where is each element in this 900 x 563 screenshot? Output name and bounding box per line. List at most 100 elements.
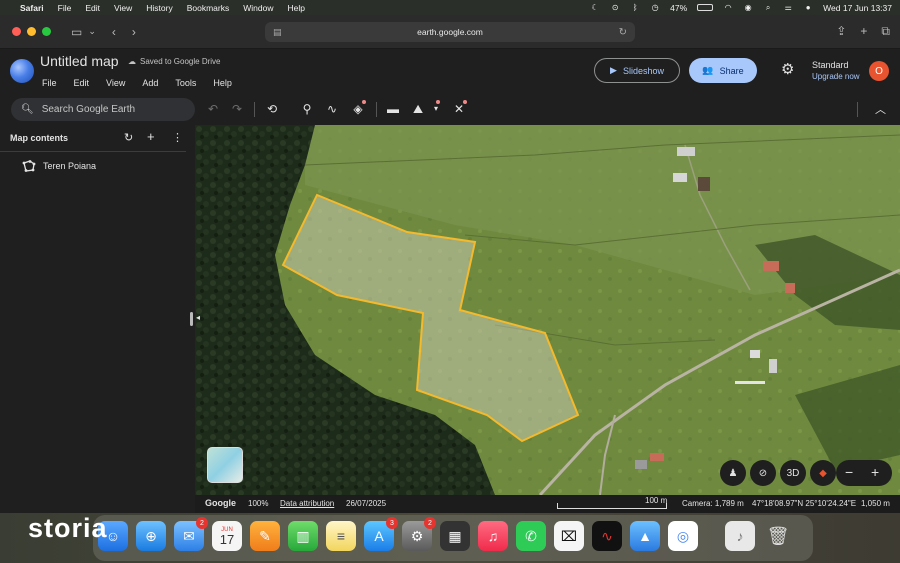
menu-view[interactable]: View (106, 78, 125, 88)
panel-resize-handle[interactable] (190, 312, 193, 326)
mail-badge: 2 (196, 517, 208, 529)
map-title[interactable]: Untitled map (40, 53, 119, 69)
map-viewport[interactable]: ♟ ⊘ 3D ◆ − + (195, 125, 900, 495)
control-center-icon[interactable]: ⚌ (783, 3, 793, 12)
trash-icon[interactable]: 🗑 (763, 521, 793, 551)
calendar-icon[interactable]: JUN 17 (212, 521, 242, 551)
history-icon[interactable]: ⟲ (264, 101, 280, 117)
undo-icon[interactable]: ↶ (205, 101, 221, 117)
menubar-edit[interactable]: Edit (85, 3, 100, 13)
toolbar-divider (254, 102, 255, 117)
voice-memos-icon[interactable]: ∿ (592, 521, 622, 551)
close-window-button[interactable] (12, 27, 21, 36)
panel-title: Map contents (10, 133, 69, 143)
back-icon[interactable]: ‹ (112, 25, 116, 39)
zoom-out-button[interactable]: − (845, 464, 853, 480)
view-3d-button[interactable]: 3D (780, 460, 806, 486)
street-view-pegman-icon[interactable]: ♟ (720, 460, 746, 486)
safari-icon[interactable]: ⊕ (136, 521, 166, 551)
chevron-down-icon[interactable]: ⌄ (88, 26, 96, 37)
capcut-icon[interactable]: ⌧ (554, 521, 584, 551)
place-marker-icon[interactable]: ⚲ (299, 101, 315, 117)
redo-icon[interactable]: ↷ (229, 101, 245, 117)
bluetooth-icon[interactable]: ᛒ (630, 3, 640, 12)
mail-icon[interactable]: ✉ 2 (174, 517, 208, 551)
menubar-clock[interactable]: Wed 17 Jun 13:37 (823, 3, 892, 13)
safari-toolbar: ▭ ⌄ ‹ › ▤ earth.google.com ↻ ⇪ + ⧉ (0, 15, 900, 49)
system-settings-icon[interactable]: ⚙ 2 (402, 517, 436, 551)
address-bar[interactable]: ▤ earth.google.com ↻ (265, 22, 635, 42)
share-button[interactable]: 👥 Share (689, 58, 757, 83)
plan-info: Standard Upgrade now (812, 60, 860, 81)
search-icon[interactable]: ⌕ (763, 3, 773, 12)
minimize-window-button[interactable] (27, 27, 36, 36)
google-earth-logo-icon[interactable] (10, 59, 34, 83)
menu-tools[interactable]: Tools (175, 78, 196, 88)
pages-icon[interactable]: ✎ (250, 521, 280, 551)
numbers-icon[interactable]: ▥ (288, 521, 318, 551)
notes-icon[interactable]: ≡ (326, 521, 356, 551)
draw-path-icon[interactable]: ∿ (324, 101, 340, 117)
compass-icon[interactable]: ◆ (810, 460, 836, 486)
timer-icon[interactable]: ◷ (650, 3, 660, 12)
zoom-window-button[interactable] (42, 27, 51, 36)
menubar-history[interactable]: History (146, 3, 172, 13)
battery-icon[interactable] (697, 4, 714, 11)
share-sheet-icon[interactable]: ⇪ (836, 24, 846, 39)
user-icon[interactable]: ◉ (743, 3, 753, 12)
toggle-globe-icon[interactable]: ⊘ (750, 460, 776, 486)
upgrade-link[interactable]: Upgrade now (812, 72, 860, 81)
account-avatar[interactable]: O (869, 61, 889, 81)
plan-name: Standard (812, 60, 849, 70)
app-store-badge: 3 (386, 517, 398, 529)
menubar-file[interactable]: File (58, 3, 72, 13)
zoom-in-button[interactable]: + (871, 464, 879, 480)
menu-help[interactable]: Help (213, 78, 232, 88)
add-icon[interactable]: + (147, 129, 155, 144)
siri-icon[interactable]: ● (803, 3, 813, 12)
wifi-icon[interactable]: ◠ (723, 3, 733, 12)
play-circle-icon[interactable]: ⊙ (610, 3, 620, 12)
moon-icon[interactable]: ☾ (590, 3, 600, 12)
layer-item[interactable]: Teren Poiana (22, 160, 96, 172)
chrome-icon[interactable]: ◎ (668, 521, 698, 551)
music-icon[interactable]: ♫ (478, 521, 508, 551)
reload-icon[interactable]: ↻ (619, 27, 627, 38)
preview-icon[interactable]: ▲ (630, 521, 660, 551)
data-attribution-link[interactable]: Data attribution (280, 499, 334, 508)
google-brand: Google (205, 498, 236, 508)
refresh-icon[interactable]: ↻ (124, 131, 133, 144)
measure-ruler-icon[interactable]: ▬ (385, 101, 401, 117)
collapse-panel-icon[interactable]: ◂ (196, 313, 200, 322)
new-tab-icon[interactable]: + (860, 24, 867, 39)
settings-gear-icon[interactable]: ⚙ (781, 62, 794, 78)
app-store-icon[interactable]: A3 (364, 517, 398, 551)
menubar-window[interactable]: Window (243, 3, 273, 13)
itunes-file-icon[interactable]: ♪ (725, 521, 755, 551)
menu-add[interactable]: Add (142, 78, 158, 88)
profile-new-dot (436, 100, 440, 104)
menu-file[interactable]: File (42, 78, 57, 88)
elevation-profile-icon[interactable]: ⛰ (410, 101, 426, 117)
forward-icon[interactable]: › (132, 25, 136, 39)
satellite-imagery[interactable] (195, 125, 900, 495)
page-menu-icon[interactable]: ▤ (273, 27, 282, 38)
more-vert-icon[interactable]: ⋮ (172, 131, 183, 144)
storia-watermark: storia (28, 513, 108, 543)
window-controls (12, 27, 51, 36)
cursor-coordinates: 47°18'08.97"N 25°10'24.24"E (752, 499, 857, 508)
search-box[interactable]: 🔍︎ Search Google Earth (11, 98, 195, 121)
collapse-toolbar-icon[interactable]: ︿ (875, 101, 886, 117)
menubar-view[interactable]: View (114, 3, 132, 13)
menu-edit[interactable]: Edit (74, 78, 90, 88)
menubar-help[interactable]: Help (287, 3, 304, 13)
slideshow-button[interactable]: ▶ Slideshow (594, 58, 680, 83)
search-input[interactable]: Search Google Earth (42, 104, 135, 115)
calculator-icon[interactable]: ▦ (440, 521, 470, 551)
whatsapp-icon[interactable]: ✆ (516, 521, 546, 551)
sidebar-toggle-icon[interactable]: ▭ (71, 25, 82, 39)
tab-overview-icon[interactable]: ⧉ (881, 24, 890, 39)
menubar-bookmarks[interactable]: Bookmarks (187, 3, 230, 13)
menubar-app-name[interactable]: Safari (20, 3, 44, 13)
minimap-thumbnail[interactable] (207, 447, 243, 483)
